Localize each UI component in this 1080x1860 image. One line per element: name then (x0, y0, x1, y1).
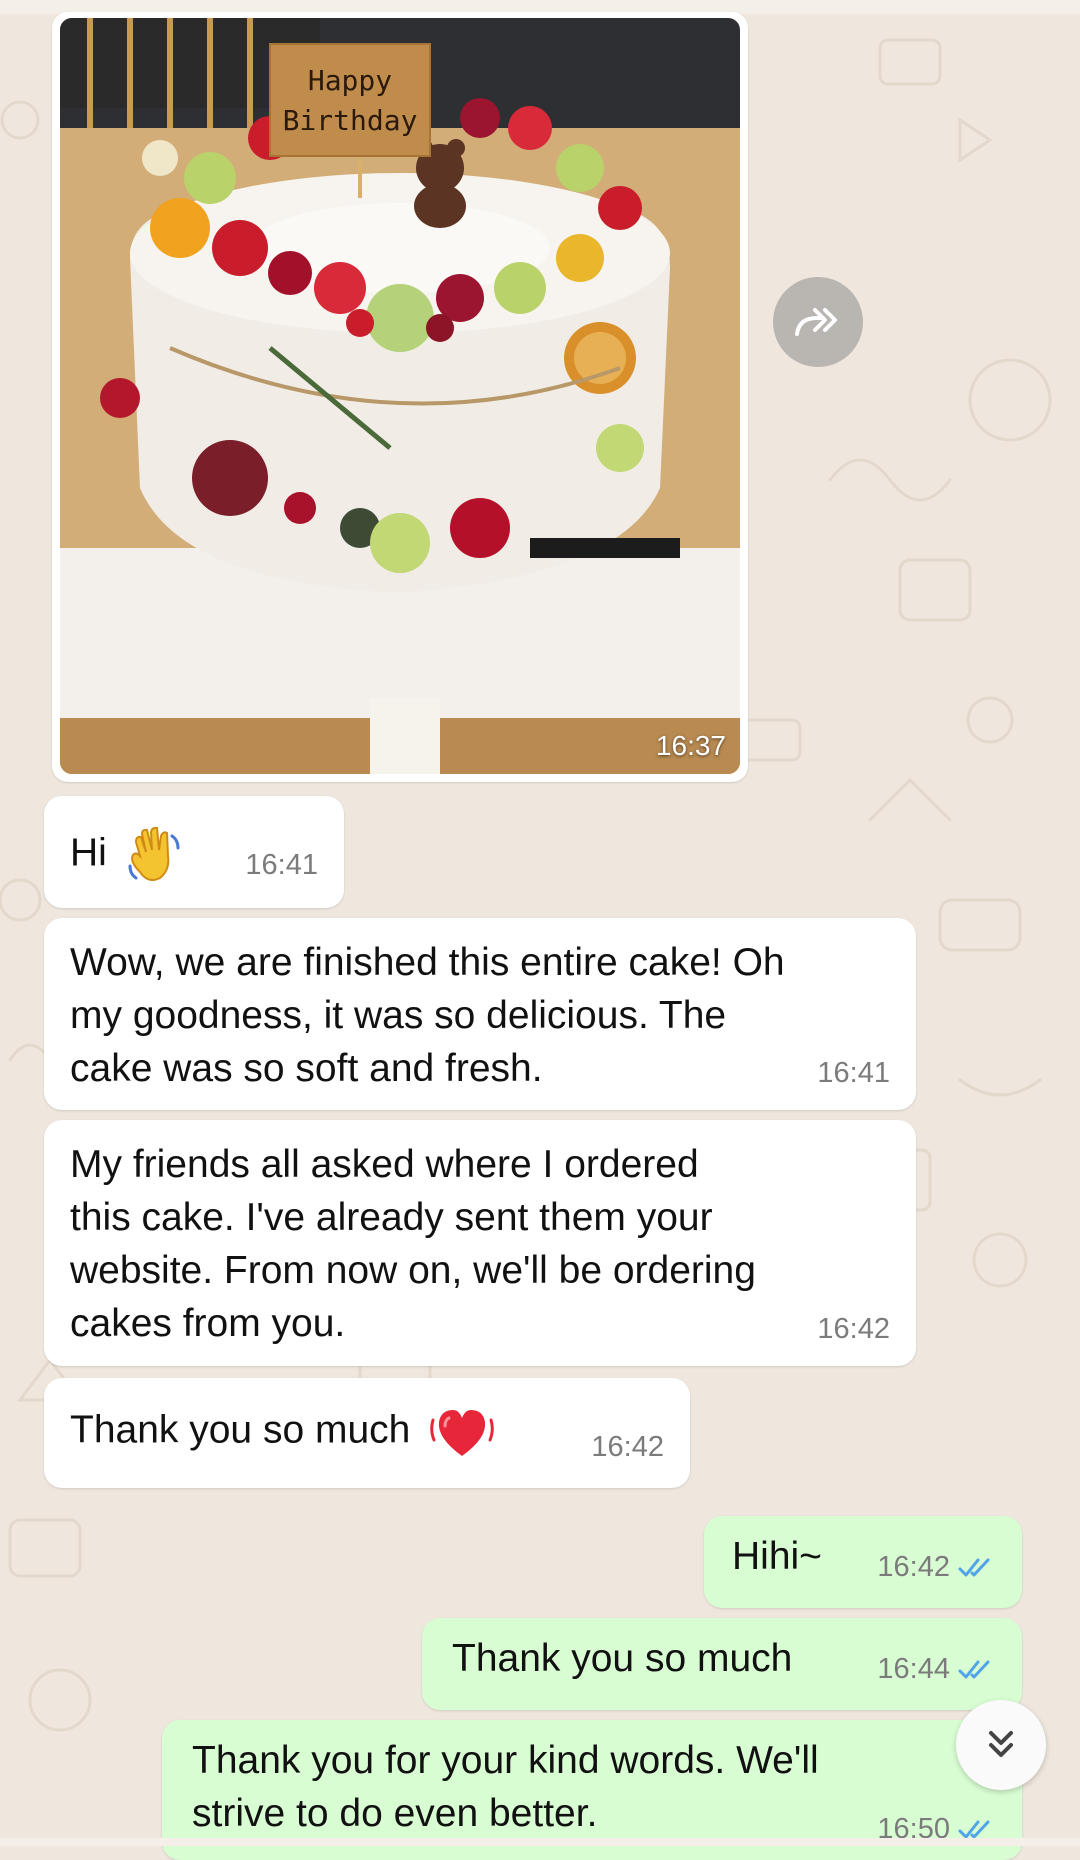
message-time: 16:42 (591, 1431, 664, 1463)
message-text-line: cake was so soft and fresh. (70, 1047, 543, 1090)
message-text-line: Thank you for your kind words. We'll (192, 1739, 819, 1782)
message-text-line: My friends all asked where I ordered (70, 1143, 699, 1186)
image-message[interactable]: Happy Birthday 16:37 (52, 12, 748, 782)
message-text-line: Wow, we are finished this entire cake! O… (70, 941, 785, 984)
message-text-line: cakes from you. (70, 1302, 346, 1345)
message-text-line: this cake. I've already sent them your (70, 1196, 713, 1239)
beating-heart-icon (430, 1410, 494, 1456)
message-text: Hi (70, 831, 107, 875)
message-time: 16:41 (817, 1057, 890, 1089)
incoming-message[interactable]: Hi 16:41 (44, 796, 344, 908)
outgoing-message[interactable]: Thank you so much 16:44 (422, 1618, 1022, 1710)
message-text: Thank you so much (452, 1637, 793, 1680)
outgoing-message[interactable]: Hihi~ 16:42 (704, 1516, 1022, 1608)
message-text-line: strive to do even better. (192, 1792, 598, 1835)
cake-sign-line2: Birthday (283, 104, 418, 137)
message-text: Thank you so much (70, 1408, 411, 1452)
cake-sign-line1: Happy (308, 64, 392, 97)
message-time: 16:50 (877, 1813, 950, 1845)
double-chevron-down-icon (989, 1731, 1013, 1757)
cake-photo[interactable]: Happy Birthday (60, 18, 740, 774)
waving-hand-icon (128, 826, 180, 881)
message-text-line: website. From now on, we'll be ordering (70, 1249, 756, 1292)
forward-button[interactable] (773, 277, 863, 367)
bottom-strip (0, 1838, 1080, 1846)
message-time: 16:42 (817, 1313, 890, 1345)
message-text-line: my goodness, it was so delicious. The (70, 994, 727, 1037)
message-text: Hihi~ (732, 1535, 822, 1578)
incoming-message[interactable]: Wow, we are finished this entire cake! O… (44, 918, 916, 1110)
incoming-message[interactable]: Thank you so much 16:42 (44, 1378, 690, 1488)
forward-icon (795, 308, 837, 336)
incoming-message[interactable]: My friends all asked where I ordered thi… (44, 1120, 916, 1366)
scroll-to-bottom-button[interactable] (956, 1700, 1046, 1790)
message-time: 16:41 (245, 849, 318, 881)
message-time: 16:37 (655, 730, 726, 761)
message-time: 16:42 (877, 1551, 950, 1583)
message-time: 16:44 (877, 1653, 950, 1685)
double-check-icon (958, 1558, 990, 1576)
double-check-icon (958, 1660, 990, 1678)
